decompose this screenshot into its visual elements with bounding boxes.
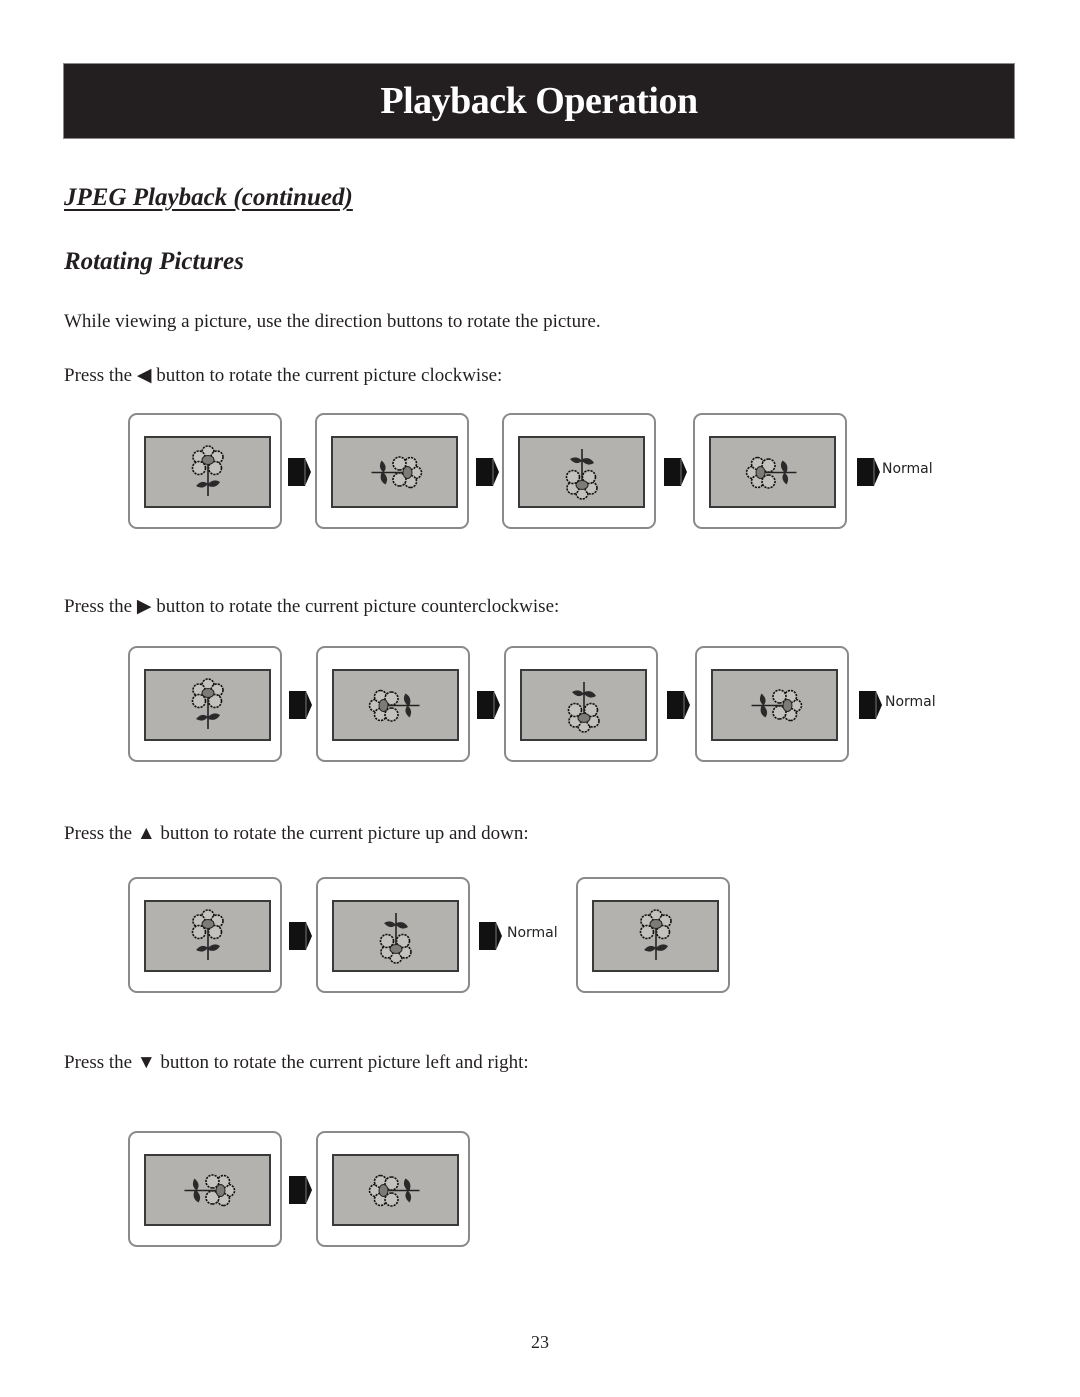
picture-frame-mirror-b [316, 1131, 470, 1247]
picture-frame-upright [128, 413, 282, 529]
picture-screen [144, 900, 271, 972]
arrow-right-icon [477, 691, 501, 719]
instruction-prefix: Press the [64, 365, 133, 386]
subsection-title: Rotating Pictures [64, 248, 244, 275]
up-triangle-icon: ▲ [136, 823, 156, 844]
picture-frame-flipped-vertical [316, 877, 470, 993]
picture-frame-rotated-180 [502, 413, 656, 529]
right-triangle-icon: ▶ [136, 596, 152, 617]
picture-frame-rotated-270-ccw [695, 646, 849, 762]
arrow-right-icon [664, 458, 688, 486]
flower-icon [175, 1160, 240, 1220]
picture-screen [144, 436, 271, 508]
picture-frame-mirror-a [128, 1131, 282, 1247]
picture-screen [520, 669, 647, 741]
instruction-prefix: Press the [64, 1052, 133, 1073]
picture-frame-rotated-270-cw [693, 413, 847, 529]
page-header-banner: Playback Operation [63, 63, 1015, 139]
flower-icon [366, 904, 426, 969]
arrow-right-icon [289, 691, 313, 719]
picture-frame-rotated-90-cw [315, 413, 469, 529]
page-number: 23 [531, 1332, 549, 1352]
instruction-suffix: button to rotate the current picture clo… [156, 365, 503, 386]
flower-icon [742, 675, 807, 735]
picture-frame-upright [128, 646, 282, 762]
picture-screen [592, 900, 719, 972]
instruction-left-right: Press the ▼ button to rotate the current… [64, 1052, 529, 1074]
flower-icon [363, 1160, 428, 1220]
picture-screen [144, 1154, 271, 1226]
flower-icon [554, 673, 614, 738]
picture-frame-rotated-180 [504, 646, 658, 762]
flower-icon [178, 440, 238, 505]
normal-label: Normal [885, 694, 936, 710]
arrow-right-icon [476, 458, 500, 486]
instruction-suffix: button to rotate the current picture lef… [160, 1052, 529, 1073]
instruction-prefix: Press the [64, 823, 133, 844]
arrow-right-icon [288, 458, 312, 486]
picture-screen [711, 669, 838, 741]
instruction-suffix: button to rotate the current picture up … [160, 823, 529, 844]
picture-screen [709, 436, 836, 508]
flower-icon [362, 442, 427, 502]
flower-icon [363, 675, 428, 735]
instruction-suffix: button to rotate the current picture cou… [156, 596, 560, 617]
arrow-right-icon [479, 922, 503, 950]
arrow-right-icon [667, 691, 691, 719]
arrow-right-icon [289, 922, 313, 950]
flower-icon [740, 442, 805, 502]
picture-screen [332, 669, 459, 741]
intro-text: While viewing a picture, use the directi… [64, 311, 601, 332]
instruction-up-down: Press the ▲ button to rotate the current… [64, 823, 529, 845]
flower-icon [178, 673, 238, 738]
picture-frame-rotated-90-ccw [316, 646, 470, 762]
normal-label: Normal [882, 461, 933, 477]
instruction-counterclockwise: Press the ▶ button to rotate the current… [64, 595, 559, 618]
picture-screen [332, 900, 459, 972]
arrow-right-icon [289, 1176, 313, 1204]
picture-screen [518, 436, 645, 508]
page-title: Playback Operation [380, 80, 698, 122]
arrow-right-icon [859, 691, 883, 719]
picture-frame-upright [576, 877, 730, 993]
picture-screen [331, 436, 458, 508]
picture-screen [144, 669, 271, 741]
normal-label: Normal [507, 925, 558, 941]
instruction-prefix: Press the [64, 596, 133, 617]
left-triangle-icon: ◀ [136, 365, 152, 386]
flower-icon [178, 904, 238, 969]
section-title: JPEG Playback (continued) [64, 184, 353, 211]
arrow-right-icon [857, 458, 881, 486]
down-triangle-icon: ▼ [136, 1052, 156, 1073]
instruction-clockwise: Press the ◀ button to rotate the current… [64, 364, 502, 387]
picture-screen [332, 1154, 459, 1226]
picture-frame-upright [128, 877, 282, 993]
flower-icon [552, 440, 612, 505]
flower-icon [626, 904, 686, 969]
